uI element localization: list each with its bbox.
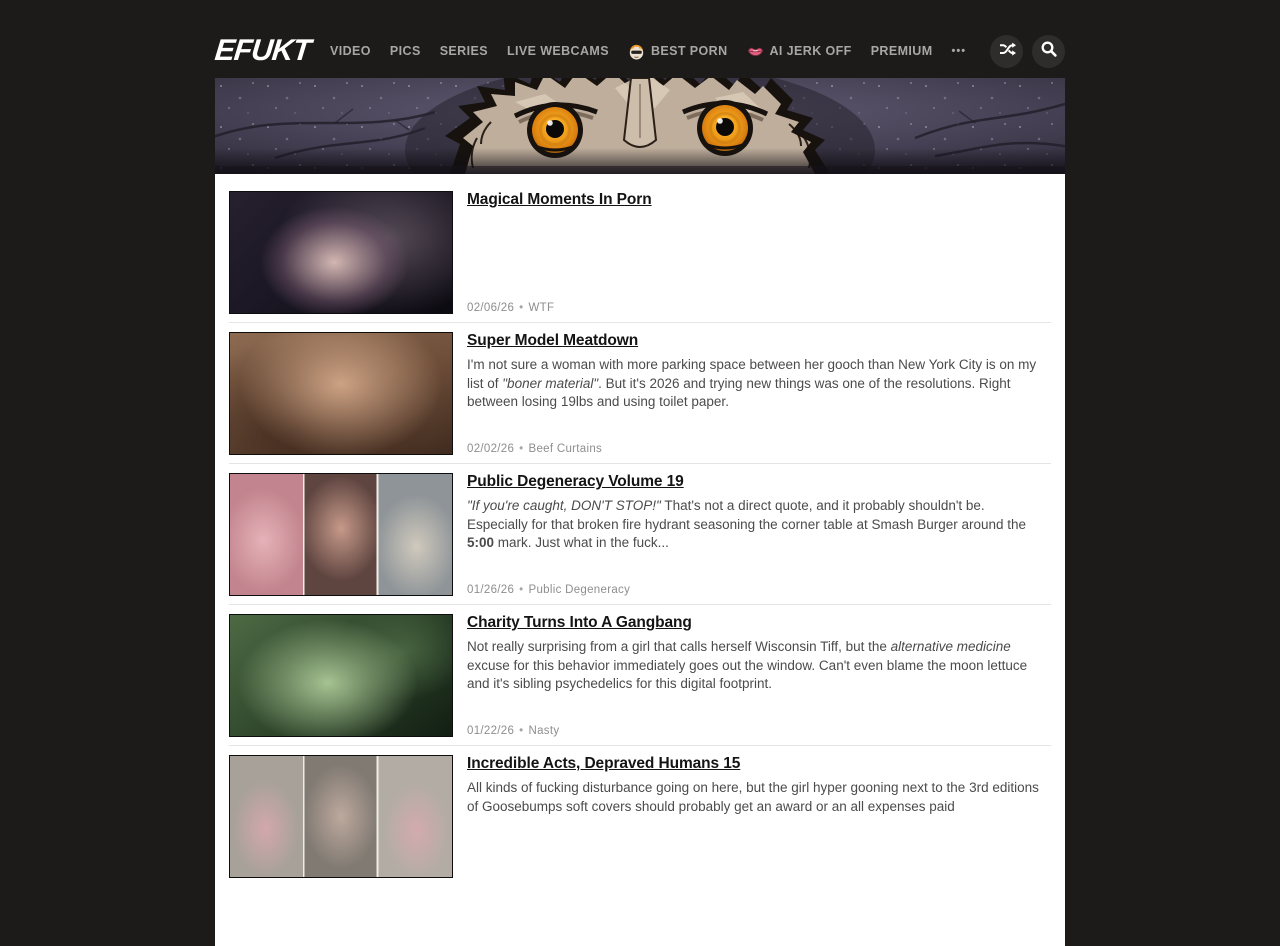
video-date: 01/22/26: [467, 725, 514, 737]
video-feed: Magical Moments In Porn 02/06/26 • WTF Sup…: [215, 174, 1065, 946]
video-meta: [467, 866, 477, 878]
lips-icon: [747, 43, 764, 60]
mascot-face-icon: [628, 43, 645, 60]
promo-banner[interactable]: [215, 78, 1065, 174]
video-description: I'm not sure a woman with more parking s…: [467, 356, 1042, 412]
nav-item-ai-jerk-off[interactable]: AI JERK OFF: [747, 43, 852, 60]
page-shell: EFUKT VIDEO PICS SERIES LIVE WEBCAMS BES…: [215, 0, 1065, 946]
nav-item-more[interactable]: •••: [952, 45, 967, 57]
nav-item-series[interactable]: SERIES: [440, 44, 488, 58]
video-category[interactable]: Nasty: [529, 725, 560, 737]
shuffle-icon: [998, 40, 1016, 63]
nav-item-best-porn[interactable]: BEST PORN: [628, 43, 728, 60]
feed-item: Incredible Acts, Depraved Humans 15 All …: [229, 755, 1051, 886]
video-title-link[interactable]: Incredible Acts, Depraved Humans 15: [467, 755, 740, 773]
header-actions: [990, 35, 1065, 68]
nav-item-premium[interactable]: PREMIUM: [871, 44, 933, 58]
video-title-link[interactable]: Magical Moments In Porn: [467, 191, 652, 209]
video-thumbnail[interactable]: [229, 332, 453, 455]
owl-illustration: [215, 78, 1065, 174]
video-meta: 01/26/26 • Public Degeneracy: [467, 584, 630, 596]
top-navigation-bar: EFUKT VIDEO PICS SERIES LIVE WEBCAMS BES…: [215, 0, 1065, 76]
video-thumbnail[interactable]: [229, 614, 453, 737]
video-thumbnail[interactable]: [229, 755, 453, 878]
video-date: 02/02/26: [467, 443, 514, 455]
meta-separator: •: [519, 443, 523, 455]
feed-item: Super Model Meatdown I'm not sure a woma…: [229, 332, 1051, 464]
nav-item-video[interactable]: VIDEO: [330, 44, 371, 58]
video-category[interactable]: WTF: [529, 302, 555, 314]
video-title-link[interactable]: Public Degeneracy Volume 19: [467, 473, 684, 491]
meta-separator: •: [519, 584, 523, 596]
video-meta: 02/02/26 • Beef Curtains: [467, 443, 602, 455]
feed-item: Magical Moments In Porn 02/06/26 • WTF: [229, 191, 1051, 323]
main-nav: VIDEO PICS SERIES LIVE WEBCAMS BEST PORN: [330, 43, 966, 60]
video-title-link[interactable]: Super Model Meatdown: [467, 332, 638, 350]
video-thumbnail[interactable]: [229, 191, 453, 314]
video-date: 02/06/26: [467, 302, 514, 314]
video-meta: 02/06/26 • WTF: [467, 302, 554, 314]
search-button[interactable]: [1032, 35, 1065, 68]
video-description: Not really surprising from a girl that c…: [467, 638, 1042, 694]
video-date: 01/26/26: [467, 584, 514, 596]
video-category[interactable]: Public Degeneracy: [529, 584, 631, 596]
feed-item: Charity Turns Into A Gangbang Not really…: [229, 614, 1051, 746]
site-logo[interactable]: EFUKT: [213, 36, 311, 66]
feed-item: Public Degeneracy Volume 19 "If you're c…: [229, 473, 1051, 605]
meta-separator: •: [519, 725, 523, 737]
meta-separator: •: [519, 302, 523, 314]
shuffle-button[interactable]: [990, 35, 1023, 68]
video-meta: 01/22/26 • Nasty: [467, 725, 559, 737]
video-description: "If you're caught, DON'T STOP!" That's n…: [467, 497, 1042, 553]
search-icon: [1040, 40, 1058, 63]
video-thumbnail[interactable]: [229, 473, 453, 596]
video-title-link[interactable]: Charity Turns Into A Gangbang: [467, 614, 692, 632]
nav-item-live-webcams[interactable]: LIVE WEBCAMS: [507, 44, 609, 58]
nav-item-pics[interactable]: PICS: [390, 44, 421, 58]
video-description: All kinds of fucking disturbance going o…: [467, 779, 1042, 816]
video-category[interactable]: Beef Curtains: [529, 443, 603, 455]
